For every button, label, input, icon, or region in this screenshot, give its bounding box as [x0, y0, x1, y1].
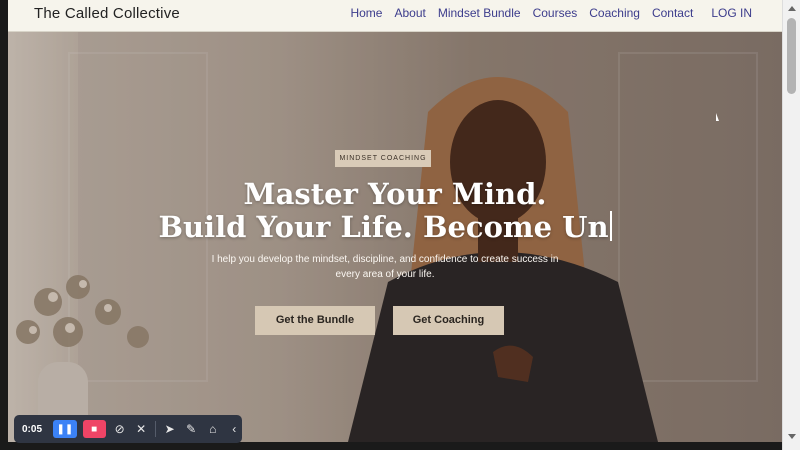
- hero-headline-line2: Build Your Life. Become Un: [8, 210, 772, 244]
- hero-badge: MINDSET COACHING: [335, 150, 431, 167]
- nav-home[interactable]: Home: [350, 6, 382, 20]
- site-header: The Called Collective Home About Mindset…: [8, 0, 782, 32]
- get-bundle-button[interactable]: Get the Bundle: [255, 306, 375, 335]
- nav-contact[interactable]: Contact: [652, 6, 693, 20]
- main-nav: Home About Mindset Bundle Courses Coachi…: [350, 6, 752, 20]
- collapse-icon[interactable]: ‹: [226, 420, 242, 438]
- page-scrollbar[interactable]: [782, 0, 800, 450]
- toolbar-divider: [154, 421, 156, 437]
- mouse-cursor: [716, 113, 719, 121]
- mic-off-icon[interactable]: ✕: [133, 420, 149, 438]
- hero-headline-line2-text: Build Your Life. Become Un: [158, 210, 609, 244]
- pen-icon[interactable]: ✎: [183, 420, 199, 438]
- site-logo-text[interactable]: The Called Collective: [34, 5, 180, 22]
- screen-recorder-toolbar: 0:05 ❚❚ ■ ⊘ ✕ ➤ ✎ ⌂ ‹: [14, 415, 242, 443]
- hero-section: MINDSET COACHING Master Your Mind. Build…: [8, 32, 782, 442]
- login-link[interactable]: LOG IN: [711, 6, 752, 20]
- stop-recording-button[interactable]: ■: [82, 420, 106, 438]
- scroll-down-arrow-icon[interactable]: [788, 434, 796, 439]
- hero-headline-line1: Master Your Mind.: [243, 177, 547, 211]
- nav-mindset-bundle[interactable]: Mindset Bundle: [438, 6, 521, 20]
- browser-viewport: The Called Collective Home About Mindset…: [8, 0, 782, 442]
- typing-caret: [609, 211, 612, 241]
- recording-timer: 0:05: [22, 423, 43, 435]
- scrollbar-thumb[interactable]: [787, 18, 796, 94]
- pause-icon: ❚❚: [56, 423, 74, 435]
- hero-subtext: I help you develop the mindset, discipli…: [211, 254, 559, 280]
- scroll-up-arrow-icon[interactable]: [788, 6, 796, 11]
- eraser-icon[interactable]: ⌂: [205, 420, 221, 438]
- nav-courses[interactable]: Courses: [533, 6, 578, 20]
- camera-off-icon[interactable]: ⊘: [112, 420, 128, 438]
- get-coaching-button[interactable]: Get Coaching: [393, 306, 504, 335]
- pointer-icon[interactable]: ➤: [162, 420, 178, 438]
- nav-about[interactable]: About: [394, 6, 425, 20]
- stop-icon: ■: [91, 423, 98, 435]
- pause-recording-button[interactable]: ❚❚: [53, 420, 77, 438]
- nav-coaching[interactable]: Coaching: [589, 6, 640, 20]
